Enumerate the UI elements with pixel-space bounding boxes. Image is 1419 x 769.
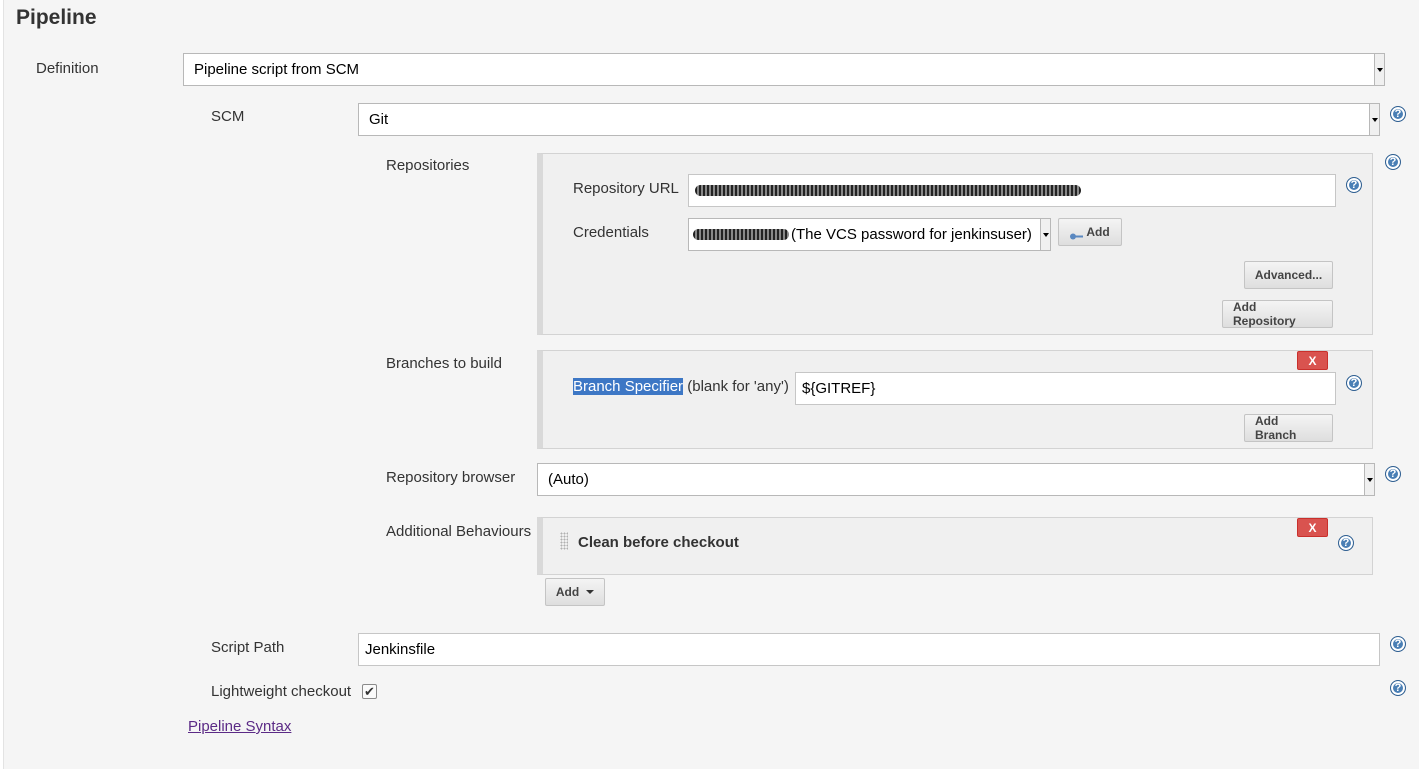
repository-browser-select[interactable]: (Auto) [537, 463, 1375, 496]
check-icon: ✔ [364, 683, 375, 699]
add-repository-button[interactable]: Add Repository [1222, 300, 1333, 328]
behaviour-item-label: Clean before checkout [578, 534, 739, 551]
lightweight-checkout-label: Lightweight checkout [211, 683, 352, 700]
remove-branch-button[interactable]: X [1297, 351, 1328, 370]
repository-url-label: Repository URL [573, 180, 679, 197]
branch-specifier-help-icon[interactable]: ? [1346, 375, 1362, 391]
branch-specifier-value: ${GITREF} [802, 380, 876, 397]
key-icon [1070, 229, 1084, 240]
chevron-down-icon [586, 590, 595, 594]
branch-specifier-label: Branch Specifier [573, 378, 684, 395]
repositories-help-icon[interactable]: ? [1385, 154, 1401, 170]
add-behaviour-button[interactable]: Add [545, 578, 605, 606]
additional-behaviours-label: Additional Behaviours [386, 523, 532, 540]
repository-browser-help-icon[interactable]: ? [1385, 466, 1401, 482]
drag-handle-icon[interactable] [560, 532, 568, 550]
add-credentials-button[interactable]: Add [1058, 218, 1122, 246]
add-credentials-label: Add [1086, 225, 1110, 239]
branches-label: Branches to build [386, 355, 502, 372]
scm-value: Git [369, 111, 389, 128]
repository-browser-value: (Auto) [548, 471, 589, 488]
dropdown-arrow-icon[interactable] [1374, 54, 1384, 85]
script-path-input[interactable]: Jenkinsfile [358, 633, 1380, 666]
redacted-url [695, 185, 1081, 196]
branch-specifier-label-wrap: Branch Specifier (blank for 'any') [573, 378, 789, 395]
section-title: Pipeline [16, 6, 97, 29]
lightweight-checkout-checkbox[interactable]: ✔ [362, 684, 377, 699]
dropdown-arrow-icon[interactable] [1369, 104, 1379, 135]
behaviour-help-icon[interactable]: ? [1338, 535, 1354, 551]
credentials-label: Credentials [573, 224, 649, 241]
branch-specifier-input[interactable]: ${GITREF} [795, 372, 1336, 405]
credentials-value: (The VCS password for jenkinsuser) [791, 226, 1032, 243]
script-path-value: Jenkinsfile [365, 641, 436, 658]
redacted-credential [693, 229, 789, 240]
pipeline-syntax-link[interactable]: Pipeline Syntax [188, 718, 291, 735]
dropdown-arrow-icon[interactable] [1040, 219, 1050, 250]
script-path-label: Script Path [211, 639, 285, 656]
advanced-button[interactable]: Advanced... [1244, 261, 1333, 289]
credentials-select[interactable]: (The VCS password for jenkinsuser) [688, 218, 1051, 251]
add-behaviour-label: Add [555, 585, 580, 599]
script-path-help-icon[interactable]: ? [1390, 636, 1406, 652]
scm-select[interactable]: Git [358, 103, 1380, 136]
repository-url-input[interactable] [688, 174, 1336, 207]
repository-browser-label: Repository browser [386, 469, 516, 486]
dropdown-arrow-icon[interactable] [1364, 464, 1374, 495]
repositories-label: Repositories [386, 157, 470, 174]
scm-label: SCM [211, 108, 245, 125]
branch-specifier-hint: (blank for 'any') [687, 378, 789, 395]
scm-help-icon[interactable]: ? [1390, 106, 1406, 122]
definition-label: Definition [36, 60, 99, 77]
definition-select[interactable]: Pipeline script from SCM [183, 53, 1385, 86]
remove-behaviour-button[interactable]: X [1297, 518, 1328, 537]
pipeline-config-page: Pipeline Definition Pipeline script from… [3, 0, 1419, 769]
definition-value: Pipeline script from SCM [194, 61, 360, 78]
add-branch-button[interactable]: Add Branch [1244, 414, 1333, 442]
lightweight-checkout-help-icon[interactable]: ? [1390, 680, 1406, 696]
repository-url-help-icon[interactable]: ? [1346, 177, 1362, 193]
